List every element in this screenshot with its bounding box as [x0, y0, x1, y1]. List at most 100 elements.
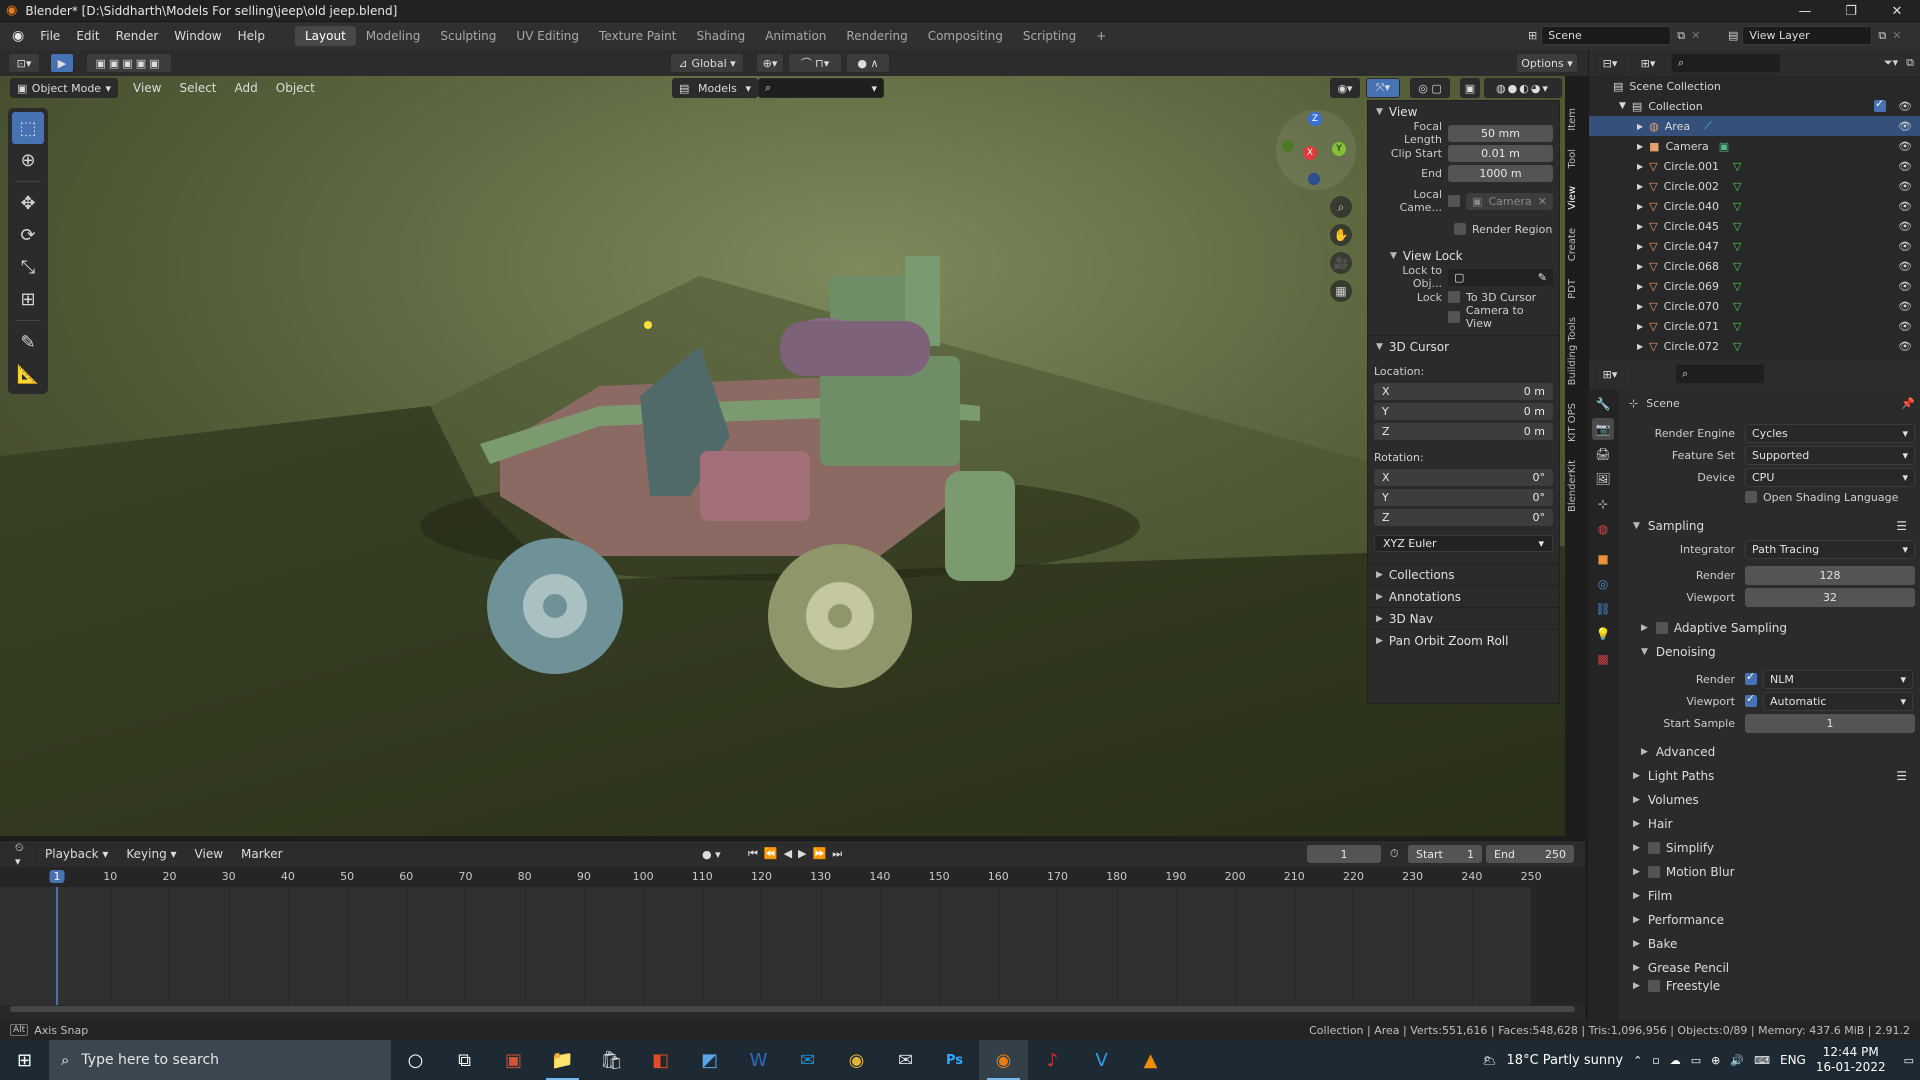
overlay-toggle[interactable]: ◎ ▢: [1410, 78, 1450, 98]
start-button[interactable]: ⊞: [0, 1040, 49, 1080]
select-tool-button[interactable]: ▶: [50, 53, 74, 73]
3d-cursor-header[interactable]: ▼ 3D Cursor: [1368, 335, 1559, 357]
tab-compositing[interactable]: Compositing: [918, 26, 1013, 46]
denoise-viewport-select[interactable]: Automatic ▾: [1763, 691, 1913, 711]
snap-toggle[interactable]: ⌒ ⊓▾: [788, 53, 842, 73]
outliner-item-area[interactable]: ▶ ◍ Area ⟋ 👁: [1589, 116, 1920, 136]
outliner-item-mesh[interactable]: ▶ ▽ Circle.068 ▽ 👁: [1589, 256, 1920, 276]
simplify-checkbox[interactable]: [1647, 842, 1660, 854]
local-camera-field[interactable]: ▣ Camera ✕: [1466, 192, 1553, 210]
selection-mode-buttons[interactable]: ▣▣▣▣▣: [86, 53, 172, 73]
viewport-samples-field[interactable]: 32: [1745, 587, 1915, 607]
eye-icon[interactable]: 👁: [1898, 220, 1912, 233]
gizmo-y-axis[interactable]: Y: [1332, 142, 1346, 156]
restore-button[interactable]: ❐: [1828, 0, 1874, 22]
integrator-select[interactable]: Path Tracing ▾: [1745, 539, 1915, 559]
mode-select[interactable]: ▣ Object Mode ▾: [10, 78, 118, 98]
collapse-arrow-icon[interactable]: ▶: [1637, 242, 1643, 251]
vectorworks-icon[interactable]: V: [1077, 1040, 1126, 1080]
outliner-item-mesh[interactable]: ▶ ▽ Circle.070 ▽ 👁: [1589, 296, 1920, 316]
cursor-rot-x-field[interactable]: X 0°: [1374, 468, 1553, 486]
outliner-scene-collection[interactable]: ▤ Scene Collection: [1589, 76, 1920, 96]
playhead[interactable]: [56, 887, 58, 1005]
transform-orientation-select[interactable]: ⊿ Global ▾: [670, 53, 744, 73]
weather-icon[interactable]: 🌥: [1483, 1054, 1497, 1067]
freestyle-header[interactable]: ▶ Freestyle: [1625, 980, 1915, 992]
gizmo-z-axis[interactable]: Z: [1308, 112, 1322, 126]
new-scene-icon[interactable]: ⧉: [1677, 29, 1685, 43]
eye-icon[interactable]: 👁: [1898, 160, 1912, 173]
menu-render[interactable]: Render: [108, 29, 167, 43]
cursor-loc-x-field[interactable]: X 0 m: [1374, 382, 1553, 400]
eye-icon[interactable]: 👁: [1898, 240, 1912, 253]
world-tab-icon[interactable]: ◍: [1592, 518, 1614, 540]
scale-tool[interactable]: ⤡: [12, 251, 44, 283]
grease-pencil-header[interactable]: ▶ Grease Pencil: [1625, 956, 1915, 980]
tab-scripting[interactable]: Scripting: [1013, 26, 1086, 46]
camera-view-icon[interactable]: 🎥: [1330, 252, 1352, 274]
properties-editor-type[interactable]: ⊞▾: [1595, 364, 1625, 384]
sidebar-tab-view[interactable]: View: [1567, 186, 1578, 210]
motion-blur-checkbox[interactable]: [1647, 866, 1660, 878]
sidebar-tab-building-tools[interactable]: Building Tools: [1567, 317, 1578, 385]
outliner-item-mesh[interactable]: ▶ ▽ Circle.001 ▽ 👁: [1589, 156, 1920, 176]
cursor-loc-y-field[interactable]: Y 0 m: [1374, 402, 1553, 420]
outliner-editor-type[interactable]: ⊟▾: [1595, 53, 1625, 73]
weather-text[interactable]: 18°C Partly sunny: [1507, 1053, 1624, 1068]
battery-icon[interactable]: ▭: [1691, 1054, 1701, 1067]
light-paths-header[interactable]: ▶ Light Paths ☰: [1625, 764, 1915, 788]
tab-sculpting[interactable]: Sculpting: [430, 26, 506, 46]
collapse-arrow-icon[interactable]: ▶: [1637, 342, 1643, 351]
tab-texture-paint[interactable]: Texture Paint: [589, 26, 686, 46]
language-indicator[interactable]: ENG: [1780, 1053, 1806, 1067]
collapse-arrow-icon[interactable]: ▶: [1637, 222, 1643, 231]
adaptive-sampling-header[interactable]: ▶ Adaptive Sampling: [1625, 616, 1915, 640]
measure-tool[interactable]: 📐: [12, 358, 44, 390]
collapse-arrow-icon[interactable]: ▶: [1637, 202, 1643, 211]
transform-tool[interactable]: ⊞: [12, 283, 44, 315]
app-icon[interactable]: ◩: [685, 1040, 734, 1080]
pan-orbit-panel-header[interactable]: ▶ Pan Orbit Zoom Roll: [1368, 629, 1559, 651]
start-sample-field[interactable]: 1: [1745, 713, 1915, 733]
object-tab-icon[interactable]: ■: [1592, 548, 1614, 570]
sampling-panel-header[interactable]: ▼ Sampling ☰: [1625, 514, 1915, 538]
blender-taskbar-icon[interactable]: ◉: [979, 1040, 1028, 1080]
remove-view-layer-icon[interactable]: ✕: [1892, 29, 1901, 42]
exclude-checkbox[interactable]: [1874, 97, 1886, 112]
network-icon[interactable]: ⊕: [1711, 1054, 1720, 1067]
new-collection-icon[interactable]: ⧉: [1906, 56, 1914, 70]
timeline-view-menu[interactable]: View: [186, 847, 232, 861]
camera-to-view-checkbox[interactable]: [1447, 311, 1460, 323]
ortho-grid-icon[interactable]: ▦: [1330, 280, 1352, 302]
playback-menu[interactable]: Playback ▾: [36, 847, 117, 861]
cloud-icon[interactable]: ☁: [1670, 1054, 1681, 1067]
rotation-mode-select[interactable]: XYZ Euler ▾: [1374, 534, 1553, 552]
menu-edit[interactable]: Edit: [68, 29, 107, 43]
collapse-arrow-icon[interactable]: ▶: [1637, 262, 1643, 271]
marker-menu[interactable]: Marker: [232, 847, 291, 861]
outliner-item-mesh[interactable]: ▶ ▽ Circle.045 ▽ 👁: [1589, 216, 1920, 236]
photoshop-icon[interactable]: Ps: [930, 1040, 979, 1080]
options-dropdown[interactable]: Options ▾: [1516, 53, 1578, 73]
scene-tab-icon[interactable]: ⊹: [1592, 493, 1614, 515]
denoise-render-checkbox[interactable]: [1745, 670, 1757, 685]
cursor-rot-z-field[interactable]: Z 0°: [1374, 508, 1553, 526]
record-button[interactable]: ● ▾: [702, 848, 721, 861]
lock-to-object-field[interactable]: ▢ ✎: [1448, 268, 1553, 286]
navigation-gizmo[interactable]: Z Y X: [1276, 110, 1356, 190]
eye-icon[interactable]: 👁: [1898, 180, 1912, 193]
menu-object[interactable]: Object: [267, 81, 324, 95]
tab-modeling[interactable]: Modeling: [356, 26, 431, 46]
annotate-tool[interactable]: ✎: [12, 326, 44, 358]
performance-header[interactable]: ▶ Performance: [1625, 908, 1915, 932]
texture-tab-icon[interactable]: ▩: [1592, 648, 1614, 670]
object-data-tab-icon[interactable]: 💡: [1592, 623, 1614, 645]
tray-chevron-icon[interactable]: ⌃: [1633, 1054, 1642, 1067]
motion-blur-header[interactable]: ▶ Motion Blur: [1625, 860, 1915, 884]
film-header[interactable]: ▶ Film: [1625, 884, 1915, 908]
pin-icon[interactable]: 📌: [1901, 397, 1915, 410]
outliner-search-input[interactable]: ⌕: [1671, 53, 1781, 73]
menu-window[interactable]: Window: [166, 29, 229, 43]
collection-filter-select[interactable]: ▤ Models ▾: [672, 78, 758, 98]
collapse-arrow-icon[interactable]: ▶: [1637, 122, 1643, 131]
